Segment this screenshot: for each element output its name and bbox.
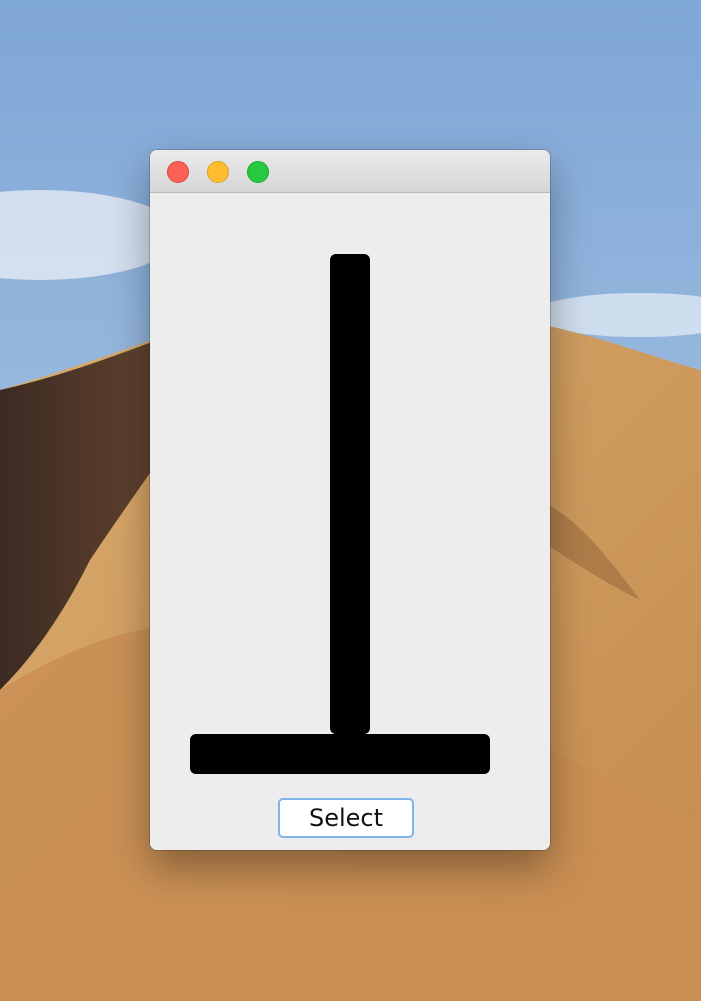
window-titlebar[interactable] bbox=[150, 150, 550, 193]
maximize-icon[interactable] bbox=[247, 161, 269, 183]
t-shape-bar bbox=[190, 734, 490, 774]
drawing-canvas: Select bbox=[150, 193, 550, 850]
minimize-icon[interactable] bbox=[207, 161, 229, 183]
close-icon[interactable] bbox=[167, 161, 189, 183]
app-window: Select bbox=[150, 150, 550, 850]
select-button[interactable]: Select bbox=[278, 798, 414, 838]
t-shape-stem bbox=[330, 254, 370, 734]
